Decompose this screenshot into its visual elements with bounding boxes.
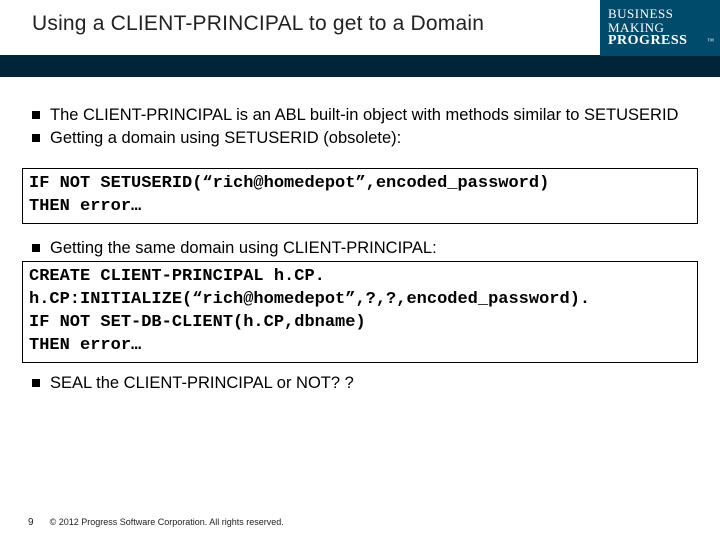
logo-line-3: PROGRESS (608, 34, 720, 49)
bullet-square-icon (32, 244, 40, 252)
bullet-item: The CLIENT-PRINCIPAL is an ABL built-in … (18, 105, 702, 126)
code-block-client-principal: CREATE CLIENT-PRINCIPAL h.CP. h.CP:INITI… (22, 261, 698, 363)
copyright-text: © 2012 Progress Software Corporation. Al… (50, 517, 284, 527)
content: The CLIENT-PRINCIPAL is an ABL built-in … (0, 77, 720, 393)
footer: 9 © 2012 Progress Software Corporation. … (28, 517, 284, 528)
bullet-item: Getting a domain using SETUSERID (obsole… (18, 128, 702, 149)
logo-line-2: MAKING (608, 21, 720, 35)
logo-trademark: ™ (707, 38, 714, 45)
bullet-square-icon (32, 134, 40, 142)
bullet-square-icon (32, 111, 40, 119)
brand-logo: BUSINESS MAKING PROGRESS ™ (600, 0, 720, 56)
header-bar (0, 55, 720, 77)
bullet-item: SEAL the CLIENT-PRINCIPAL or NOT? ? (18, 373, 702, 394)
bullet-square-icon (32, 379, 40, 387)
bullet-text: Getting a domain using SETUSERID (obsole… (50, 128, 401, 149)
bullet-text: SEAL the CLIENT-PRINCIPAL or NOT? ? (50, 373, 354, 394)
header: Using a CLIENT-PRINCIPAL to get to a Dom… (0, 0, 720, 56)
bullet-item: Getting the same domain using CLIENT-PRI… (18, 238, 702, 259)
bullet-text: Getting the same domain using CLIENT-PRI… (50, 238, 437, 259)
bullet-text: The CLIENT-PRINCIPAL is an ABL built-in … (50, 105, 678, 126)
code-block-setuserid: IF NOT SETUSERID(“rich@homedepot”,encode… (22, 168, 698, 224)
page-title: Using a CLIENT-PRINCIPAL to get to a Dom… (0, 0, 484, 36)
logo-line-1: BUSINESS (608, 7, 720, 21)
page-number: 9 (28, 517, 34, 528)
